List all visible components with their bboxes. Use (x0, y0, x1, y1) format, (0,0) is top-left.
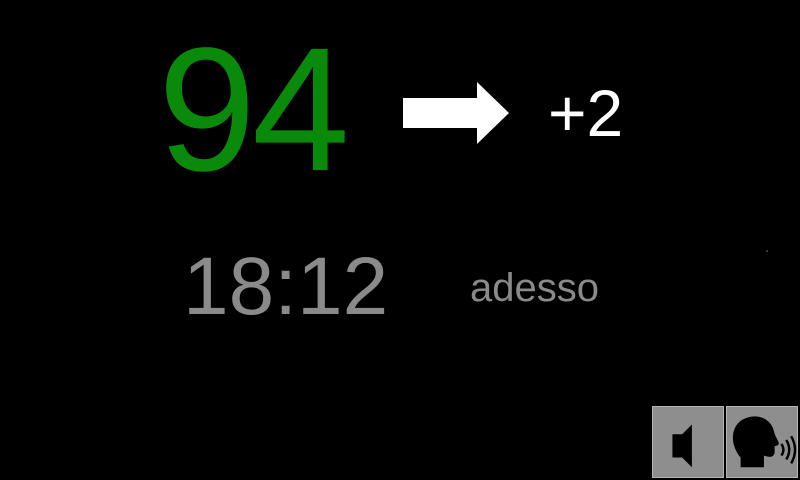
reading-time: 18:12 (183, 241, 389, 332)
reading-age-label: adesso (470, 266, 599, 310)
status-dot (766, 250, 768, 252)
glucose-value: 94 (158, 12, 350, 208)
glucose-display-screen: 94 +2 18:12 adesso (0, 0, 800, 480)
mute-button[interactable] (652, 406, 724, 478)
speaker-mute-icon (672, 424, 692, 468)
speaking-head-icon (732, 416, 797, 468)
glucose-delta: +2 (548, 76, 624, 150)
arrow-right-icon (403, 82, 509, 144)
speak-button[interactable] (726, 406, 798, 478)
